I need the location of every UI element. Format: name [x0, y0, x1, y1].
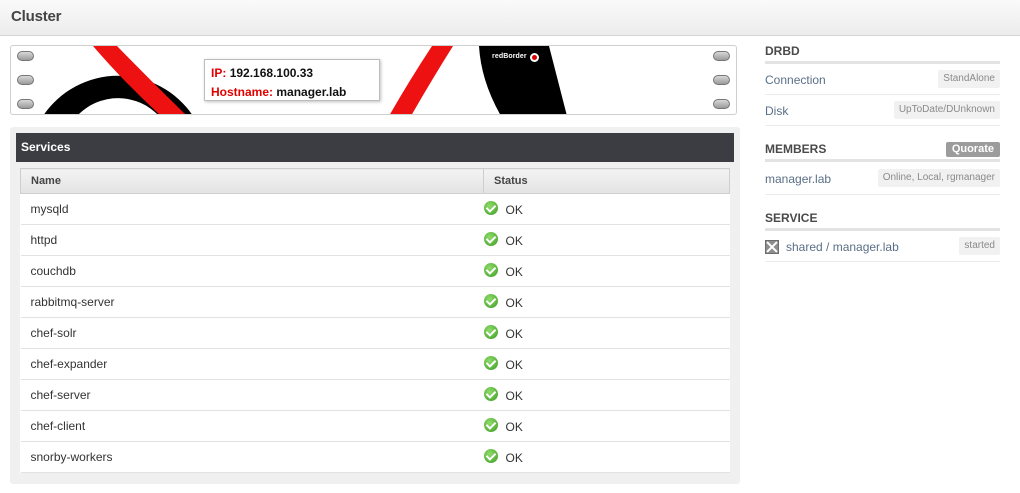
drbd-disk-row: Disk UpToDate/DUnknown	[765, 95, 1000, 126]
service-status: OK	[483, 255, 730, 287]
service-name: chef-solr	[20, 317, 484, 349]
ok-check-icon	[483, 325, 498, 340]
status-text: OK	[505, 202, 523, 217]
ok-check-icon	[483, 232, 498, 247]
screw-icon	[713, 99, 730, 109]
member-row[interactable]: manager.lab Online, Local, rgmanager	[765, 162, 1000, 195]
service-status: OK	[483, 317, 730, 349]
service-name: mysqld	[20, 193, 484, 225]
service-name: chef-expander	[20, 348, 484, 380]
members-title-text: MEMBERS	[765, 142, 827, 156]
drbd-connection-row: Connection StandAlone	[765, 64, 1000, 95]
top-bar: Cluster	[0, 0, 1020, 36]
member-name[interactable]: manager.lab	[765, 172, 831, 186]
services-title: Services	[16, 133, 734, 162]
cluster-service-name[interactable]: shared / manager.lab	[786, 240, 899, 254]
service-icon	[765, 240, 779, 254]
drbd-section-title: DRBD	[765, 42, 1000, 64]
brand-logo-icon	[530, 53, 539, 62]
services-table: Name Status mysqld OK httpd OK couchdb O…	[20, 168, 730, 473]
drbd-connection-label: Connection	[765, 73, 826, 87]
drbd-disk-label: Disk	[765, 104, 789, 118]
screw-icon	[17, 99, 34, 109]
service-name: rabbitmq-server	[20, 286, 484, 318]
table-header-row: Name Status	[20, 168, 730, 194]
main-column: redBorder IP: 192.168.100.33 Hostname: m…	[10, 45, 740, 484]
page-title: Cluster	[11, 8, 62, 25]
cluster-service-row[interactable]: shared / manager.lab started	[765, 231, 1000, 262]
status-text: OK	[505, 264, 523, 279]
service-name: snorby-workers	[20, 441, 484, 473]
service-name: couchdb	[20, 255, 484, 287]
status-text: OK	[505, 326, 523, 341]
service-status: OK	[483, 379, 730, 411]
device-info-box: IP: 192.168.100.33 Hostname: manager.lab	[204, 59, 380, 101]
service-name: httpd	[20, 224, 484, 256]
ok-check-icon	[483, 387, 498, 402]
ok-check-icon	[483, 263, 498, 278]
hostname-line: Hostname: manager.lab	[211, 83, 373, 102]
table-row: chef-expander OK	[20, 348, 730, 380]
drbd-disk-value: UpToDate/DUnknown	[893, 101, 1000, 119]
screw-icon	[713, 51, 730, 61]
ip-label: IP:	[211, 66, 227, 80]
ip-value: 192.168.100.33	[229, 66, 314, 80]
services-panel: Services Name Status mysqld OK httpd OK …	[10, 127, 740, 484]
ok-check-icon	[483, 294, 498, 309]
status-text: OK	[505, 295, 523, 310]
service-status: OK	[483, 286, 730, 318]
drbd-connection-value: StandAlone	[938, 70, 1000, 88]
service-status: OK	[483, 348, 730, 380]
table-row: rabbitmq-server OK	[20, 286, 730, 318]
table-row: snorby-workers OK	[20, 441, 730, 473]
sidebar: DRBD Connection StandAlone Disk UpToDate…	[765, 42, 1000, 262]
status-text: OK	[505, 450, 523, 465]
screw-icon	[17, 75, 34, 85]
status-text: OK	[505, 233, 523, 248]
table-row: couchdb OK	[20, 255, 730, 287]
ok-check-icon	[483, 418, 498, 433]
service-name: chef-client	[20, 410, 484, 442]
service-status: OK	[483, 193, 730, 225]
table-row: chef-server OK	[20, 379, 730, 411]
status-text: OK	[505, 357, 523, 372]
service-status: OK	[483, 441, 730, 473]
hostname-value: manager.lab	[276, 85, 347, 99]
table-row: chef-client OK	[20, 410, 730, 442]
service-title-text: SERVICE	[765, 211, 818, 225]
status-text: OK	[505, 388, 523, 403]
table-row: mysqld OK	[20, 193, 730, 225]
table-row: httpd OK	[20, 224, 730, 256]
column-header-name[interactable]: Name	[20, 168, 484, 194]
column-header-status[interactable]: Status	[483, 168, 730, 194]
ip-line: IP: 192.168.100.33	[211, 64, 373, 83]
hostname-label: Hostname:	[211, 85, 274, 99]
screw-icon	[17, 51, 34, 61]
red-band-shape	[390, 46, 453, 114]
ok-check-icon	[483, 356, 498, 371]
service-status: OK	[483, 410, 730, 442]
brand-logo: redBorder	[492, 53, 527, 60]
screw-icon	[713, 75, 730, 85]
service-name: chef-server	[20, 379, 484, 411]
ok-check-icon	[483, 449, 498, 464]
member-status: Online, Local, rgmanager	[877, 169, 1000, 187]
device-panel: redBorder IP: 192.168.100.33 Hostname: m…	[10, 45, 737, 115]
status-text: OK	[505, 419, 523, 434]
drbd-title-text: DRBD	[765, 44, 800, 58]
ok-check-icon	[483, 201, 498, 216]
quorate-badge: Quorate	[945, 142, 1000, 157]
table-row: chef-solr OK	[20, 317, 730, 349]
service-status: OK	[483, 224, 730, 256]
members-section-title: MEMBERS Quorate	[765, 140, 1000, 162]
cluster-service-state: started	[959, 237, 1000, 255]
service-section-title: SERVICE	[765, 209, 1000, 231]
